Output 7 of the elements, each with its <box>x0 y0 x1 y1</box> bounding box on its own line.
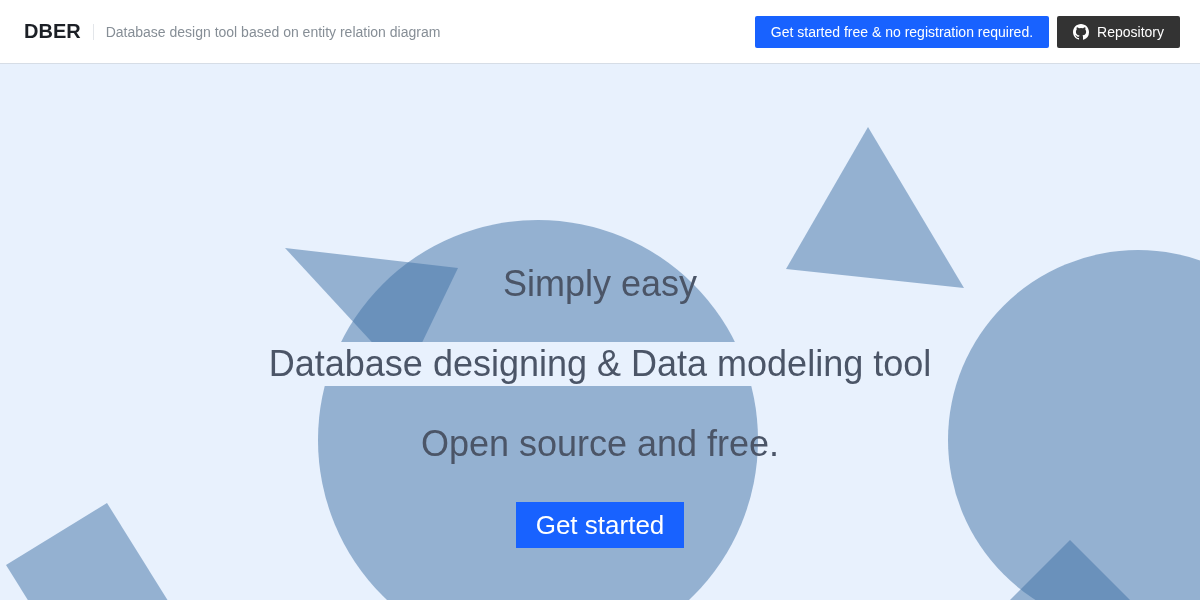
github-icon <box>1073 23 1090 40</box>
get-started-button[interactable]: Get started free & no registration required. <box>754 15 1050 48</box>
hero-text: Simply easy <box>501 262 699 306</box>
repository-button[interactable]: Repository <box>1057 15 1180 48</box>
tagline: Database design tool based on entity relation diagram <box>105 23 441 40</box>
logo: DBER <box>24 20 81 43</box>
get-started-button[interactable]: Get started <box>515 502 685 548</box>
